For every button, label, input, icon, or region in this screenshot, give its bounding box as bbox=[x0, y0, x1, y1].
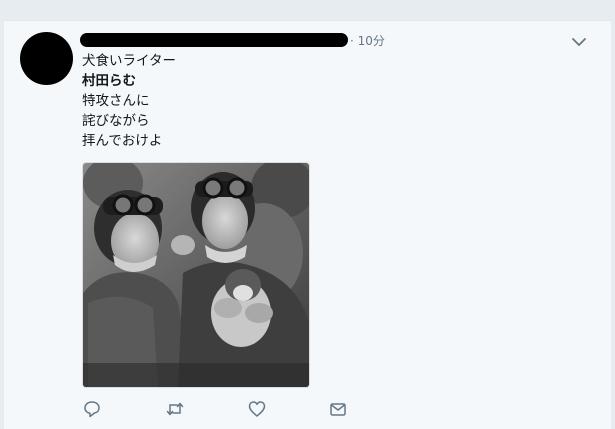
tweet-photo[interactable] bbox=[82, 162, 310, 388]
envelope-icon[interactable] bbox=[328, 399, 348, 419]
tweet-text-line: 村田らむ bbox=[82, 73, 136, 89]
chevron-down-icon[interactable] bbox=[570, 35, 588, 49]
redacted-display-name bbox=[80, 33, 348, 47]
tweet-card[interactable]: · 10分 犬食いライター 村田らむ 特攻さんに 詫びながら 拝んでおけよ bbox=[4, 20, 611, 429]
reply-icon[interactable] bbox=[82, 399, 102, 419]
heart-icon[interactable] bbox=[247, 399, 267, 419]
avatar[interactable] bbox=[20, 32, 73, 85]
tweet-text-line: 特攻さんに bbox=[82, 93, 150, 109]
tweet-text-line: 詫びながら bbox=[82, 113, 150, 129]
tweet-text: 犬食いライター 村田らむ 特攻さんに 詫びながら 拝んでおけよ bbox=[82, 51, 176, 151]
tweet-actions bbox=[82, 399, 362, 421]
tweet-text-line: 拝んでおけよ bbox=[82, 133, 163, 149]
tweet-timestamp[interactable]: · 10分 bbox=[350, 32, 385, 49]
tweet-text-line: 犬食いライター bbox=[82, 53, 176, 69]
retweet-icon[interactable] bbox=[165, 399, 185, 419]
